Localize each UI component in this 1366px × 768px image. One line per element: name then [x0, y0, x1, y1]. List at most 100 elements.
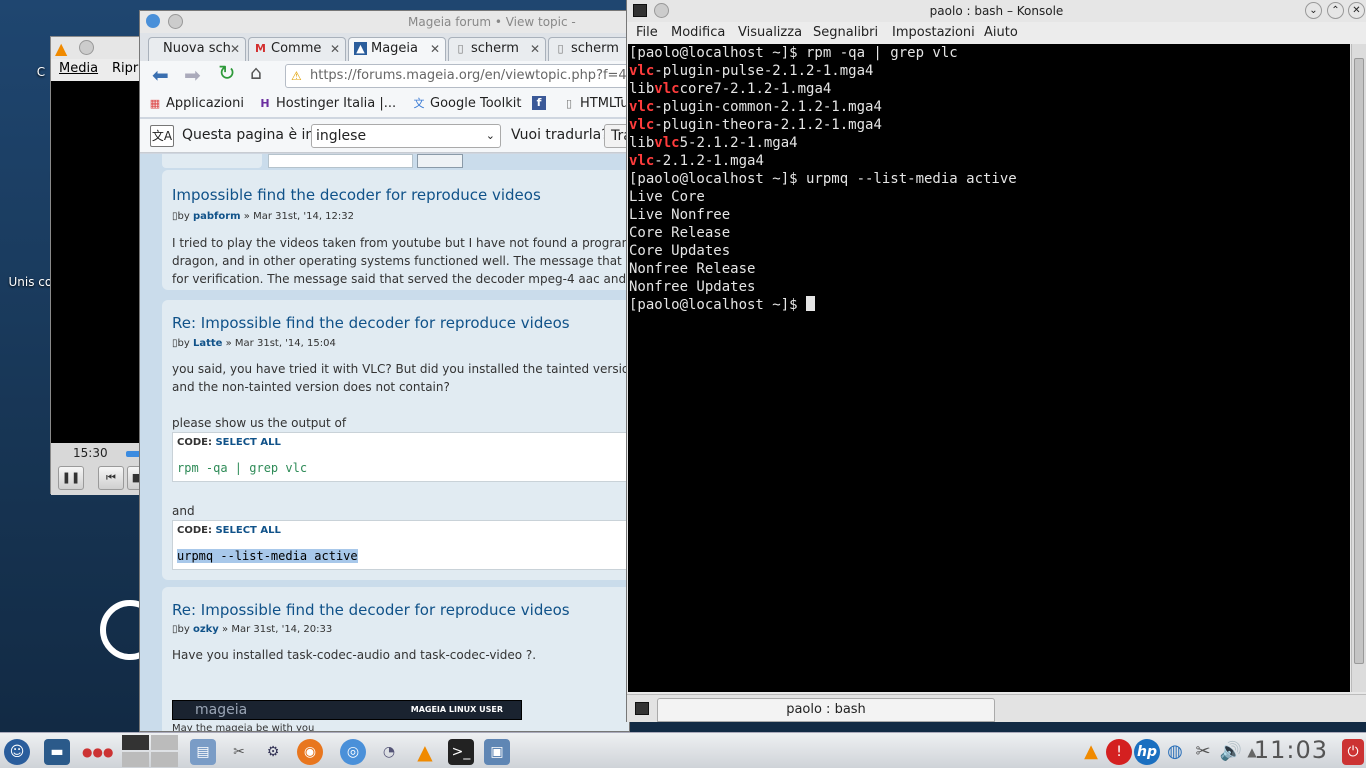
- close-icon[interactable]: ✕: [1348, 2, 1365, 19]
- vlc-video-area[interactable]: [51, 81, 149, 443]
- bookmark-label: Applicazioni: [166, 96, 244, 111]
- home-icon[interactable]: ⌂: [250, 62, 262, 84]
- alert-icon[interactable]: !: [1106, 739, 1132, 765]
- post-by: by: [177, 211, 190, 222]
- maximize-icon[interactable]: ⌃: [1327, 2, 1344, 19]
- post-author[interactable]: pabform: [193, 211, 241, 222]
- menu-modifica[interactable]: Modifica: [671, 25, 725, 40]
- bookmark-label: Google Toolkit: [430, 96, 522, 111]
- vlc-time: 15:30: [73, 446, 108, 460]
- terminal-text: Nonfree Release: [629, 261, 756, 277]
- close-icon[interactable]: ✕: [330, 38, 340, 60]
- bookmarks-bar: ▦ Applicazioni H Hostinger Italia |... 文 Go…: [140, 91, 629, 117]
- dots-icon[interactable]: ●●●: [82, 739, 113, 765]
- net-icon[interactable]: ◍: [1162, 739, 1188, 765]
- browser-titlebar: Mageia forum • View topic - Impossibl: [140, 11, 629, 51]
- terminal-line: [paolo@localhost ~]$ rpm -qa | grep vlc: [629, 44, 1350, 62]
- konsole-tabbar: paolo : bash: [627, 694, 1366, 722]
- warning-icon: ⚠: [291, 69, 302, 83]
- drakconf-icon[interactable]: ◔: [376, 739, 402, 765]
- pager-desktop-1[interactable]: [122, 735, 149, 750]
- konsole-menubar: File Modifica Visualizza Segnalibri Impo…: [627, 22, 1366, 44]
- tab-screenshot-2[interactable]: ▯ scherm: [548, 37, 629, 61]
- chrome-icon[interactable]: ◎: [340, 739, 366, 765]
- files-icon[interactable]: ▤: [190, 739, 216, 765]
- pause-button[interactable]: ❚❚: [58, 466, 84, 490]
- menu-file[interactable]: File: [636, 25, 658, 40]
- konsole-icon[interactable]: >_: [448, 739, 474, 765]
- close-icon[interactable]: ✕: [530, 38, 540, 60]
- post-date: » Mar 31st, '14, 12:32: [243, 211, 355, 222]
- vlc-menu-media[interactable]: Media: [59, 61, 98, 76]
- screenshot-icon[interactable]: ▣: [484, 739, 510, 765]
- menu-impostazioni[interactable]: Impostazioni: [892, 25, 975, 40]
- forward-icon[interactable]: ➡: [184, 63, 201, 87]
- apps-grid-icon: ▦: [149, 97, 161, 110]
- show-desktop-icon[interactable]: ▬: [44, 739, 70, 765]
- tab-screenshot-1[interactable]: ▯ scherm ✕: [448, 37, 546, 61]
- tab-label: Mageia: [371, 41, 419, 56]
- language-select[interactable]: inglese ⌄: [311, 124, 501, 148]
- bookmark-hostinger[interactable]: H Hostinger Italia |...: [258, 95, 408, 113]
- bookmark-htmltut[interactable]: ▯ HTMLTu: [562, 95, 629, 113]
- page-icon: ▯: [457, 42, 464, 55]
- volume-icon[interactable]: 🔊: [1218, 739, 1244, 765]
- post-author[interactable]: Latte: [193, 338, 222, 349]
- menu-segnalibri[interactable]: Segnalibri: [813, 25, 878, 40]
- mageia-menu-icon[interactable]: ☺: [4, 739, 30, 765]
- pager[interactable]: [122, 735, 178, 767]
- post-title[interactable]: Re: Impossible find the decoder for repr…: [172, 601, 570, 619]
- search-button[interactable]: [417, 154, 463, 168]
- post-title[interactable]: Re: Impossible find the decoder for repr…: [172, 314, 570, 332]
- reload-icon[interactable]: ↻: [218, 61, 236, 85]
- menu-visualizza[interactable]: Visualizza: [738, 25, 802, 40]
- tools-icon[interactable]: ✂: [226, 739, 252, 765]
- previous-button[interactable]: ⏮: [98, 466, 124, 490]
- logout-icon[interactable]: ⏻: [1342, 739, 1364, 765]
- code-text-selected: urpmq --list-media active: [177, 549, 358, 563]
- close-icon[interactable]: ✕: [430, 38, 440, 60]
- search-input[interactable]: [268, 154, 413, 168]
- tab-bash[interactable]: paolo : bash: [657, 698, 995, 722]
- pager-desktop-4[interactable]: [151, 752, 178, 767]
- tab-new[interactable]: Nuova sch ✕: [148, 37, 246, 61]
- network-icon[interactable]: ⚙: [260, 739, 286, 765]
- select-all-link[interactable]: SELECT ALL: [215, 525, 280, 536]
- back-icon[interactable]: ⬅: [152, 63, 169, 87]
- firefox-icon[interactable]: ◉: [297, 739, 323, 765]
- window-button[interactable]: [654, 3, 669, 18]
- bookmark-google-toolkit[interactable]: 文 Google Toolkit: [412, 95, 522, 113]
- bookmark-apps[interactable]: ▦ Applicazioni: [148, 95, 244, 113]
- pager-desktop-2[interactable]: [151, 735, 178, 750]
- tab-mageia[interactable]: ▲ Mageia ✕: [348, 37, 446, 61]
- terminal-output[interactable]: [paolo@localhost ~]$ rpm -qa | grep vlc v…: [628, 44, 1350, 692]
- menu-aiuto[interactable]: Aiuto: [984, 25, 1018, 40]
- post-body-line: and the non-tainted version does not con…: [172, 380, 450, 394]
- window-button[interactable]: [168, 14, 183, 29]
- vlc-menu-playback[interactable]: Ripr: [112, 61, 138, 76]
- new-tab-icon[interactable]: [635, 702, 649, 715]
- gmail-icon: M: [255, 42, 266, 55]
- facebook-icon[interactable]: f: [532, 96, 546, 110]
- translate-question: Vuoi tradurla?: [511, 127, 609, 143]
- clock[interactable]: 11:03: [1254, 736, 1328, 764]
- terminal-scrollbar[interactable]: [1351, 44, 1366, 692]
- tab-gmail[interactable]: M Comme ✕: [248, 37, 346, 61]
- post-title[interactable]: Impossible find the decoder for reproduc…: [172, 186, 541, 204]
- mageia-icon: ▲: [354, 42, 367, 55]
- address-bar[interactable]: ⚠ https://forums.mageia.org/en/viewtopic…: [285, 64, 630, 88]
- terminal-text: lib: [629, 81, 655, 97]
- terminal-prompt: [paolo@localhost ~]$: [629, 297, 807, 313]
- vlc-tray-icon[interactable]: ▲: [1078, 739, 1104, 765]
- scissors-icon[interactable]: ✂: [1190, 739, 1216, 765]
- minimize-icon[interactable]: ⌄: [1305, 2, 1322, 19]
- close-icon[interactable]: ✕: [230, 38, 240, 60]
- post-author[interactable]: ozky: [193, 624, 219, 635]
- pager-desktop-3[interactable]: [122, 752, 149, 767]
- window-button[interactable]: [79, 40, 94, 55]
- url-text: https://forums.mageia.org/en/viewtopic.p…: [310, 68, 630, 83]
- hp-icon[interactable]: hp: [1134, 739, 1160, 765]
- scrollbar-thumb[interactable]: [1354, 58, 1364, 664]
- vlc-icon[interactable]: ▲: [412, 739, 438, 765]
- select-all-link[interactable]: SELECT ALL: [215, 437, 280, 448]
